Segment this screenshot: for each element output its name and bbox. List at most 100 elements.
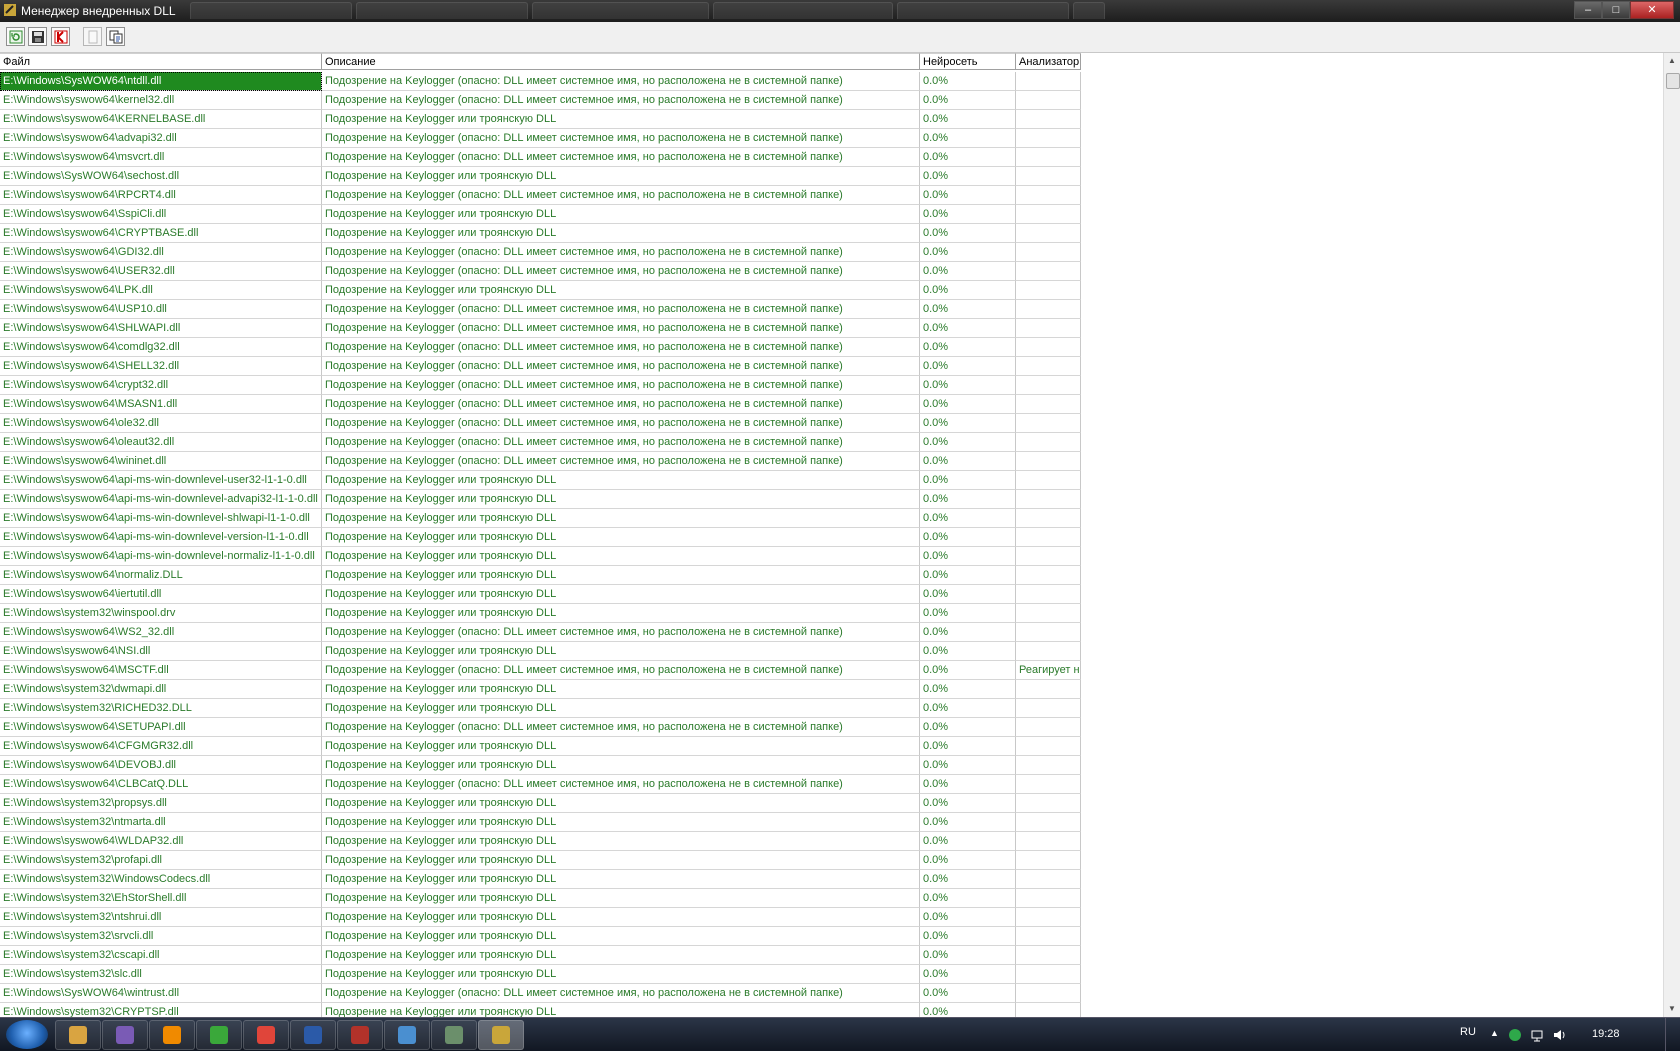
taskbar-app-red-app[interactable] <box>337 1020 383 1050</box>
taskbar-app-green-app[interactable] <box>196 1020 242 1050</box>
table-row[interactable]: E:\Windows\syswow64\wininet.dll Подозрени… <box>0 452 1081 471</box>
table-row[interactable]: E:\Windows\SysWOW64\sechost.dll Подозрени… <box>0 167 1081 186</box>
table-row[interactable]: E:\Windows\syswow64\WLDAP32.dll Подозрени… <box>0 832 1081 851</box>
table-row[interactable]: E:\Windows\syswow64\oleaut32.dll Подозрен… <box>0 433 1081 452</box>
table-row[interactable]: E:\Windows\system32\EhStorShell.dll Подоз… <box>0 889 1081 908</box>
taskbar-app-word[interactable] <box>290 1020 336 1050</box>
word-icon <box>304 1026 322 1044</box>
column-header-file[interactable]: Файл <box>0 53 322 70</box>
taskbar-app-avz[interactable] <box>478 1020 524 1050</box>
network-icon[interactable] <box>1530 1028 1544 1042</box>
tray-expand-icon[interactable]: ▲ <box>1490 1028 1499 1038</box>
volume-icon[interactable] <box>1552 1028 1566 1042</box>
save-button[interactable] <box>28 27 47 46</box>
table-row[interactable]: E:\Windows\syswow64\RPCRT4.dll Подозрение… <box>0 186 1081 205</box>
table-row[interactable]: E:\Windows\syswow64\comdlg32.dll Подозрен… <box>0 338 1081 357</box>
taskbar-app-chrome[interactable] <box>243 1020 289 1050</box>
table-row[interactable]: E:\Windows\syswow64\DEVOBJ.dll Подозрение… <box>0 756 1081 775</box>
table-row[interactable]: E:\Windows\syswow64\LPK.dll Подозрение на… <box>0 281 1081 300</box>
table-row[interactable]: E:\Windows\system32\srvcli.dll Подозрение… <box>0 927 1081 946</box>
column-header-neural-net[interactable]: Нейросеть <box>920 53 1016 70</box>
kaspersky-button[interactable] <box>51 27 70 46</box>
table-row[interactable]: E:\Windows\system32\slc.dll Подозрение на… <box>0 965 1081 984</box>
table-row[interactable]: E:\Windows\syswow64\api-ms-win-downlevel… <box>0 547 1081 566</box>
neural-net-cell: 0.0% <box>920 718 1016 737</box>
analyzer-cell <box>1016 186 1081 205</box>
language-indicator[interactable]: RU <box>1460 1026 1476 1038</box>
table-row[interactable]: E:\Windows\system32\ntmarta.dll Подозрени… <box>0 813 1081 832</box>
table-row[interactable]: E:\Windows\SysWOW64\wintrust.dll Подозрен… <box>0 984 1081 1003</box>
analyzer-cell <box>1016 148 1081 167</box>
table-row[interactable]: E:\Windows\syswow64\MSASN1.dll Подозрение… <box>0 395 1081 414</box>
table-row[interactable]: E:\Windows\syswow64\USP10.dll Подозрение … <box>0 300 1081 319</box>
table-row[interactable]: E:\Windows\syswow64\KERNELBASE.dll Подозр… <box>0 110 1081 129</box>
start-button[interactable] <box>6 1020 48 1049</box>
vertical-scrollbar[interactable]: ▲ ▼ <box>1663 53 1680 1017</box>
file-cell: E:\Windows\syswow64\CLBCatQ.DLL <box>0 775 322 794</box>
table-row[interactable]: E:\Windows\syswow64\SHELL32.dll Подозрени… <box>0 357 1081 376</box>
neural-net-cell: 0.0% <box>920 984 1016 1003</box>
table-row[interactable]: E:\Windows\syswow64\normaliz.DLL Подозрен… <box>0 566 1081 585</box>
table-row[interactable]: E:\Windows\syswow64\SETUPAPI.dll Подозрен… <box>0 718 1081 737</box>
taskbar-app-monitor-app[interactable] <box>431 1020 477 1050</box>
copy-button[interactable] <box>106 27 125 46</box>
taskbar-app-avast[interactable] <box>149 1020 195 1050</box>
column-header-analyzer[interactable]: Анализатор <box>1016 53 1081 70</box>
network-status-icon[interactable] <box>1508 1028 1522 1042</box>
table-row[interactable]: E:\Windows\syswow64\SHLWAPI.dll Подозрени… <box>0 319 1081 338</box>
description-cell: Подозрение на Keylogger (опасно: DLL име… <box>322 984 920 1003</box>
close-button[interactable]: ✕ <box>1630 1 1674 19</box>
column-header-description[interactable]: Описание <box>322 53 920 70</box>
description-cell: Подозрение на Keylogger или троянскую DL… <box>322 794 920 813</box>
description-cell: Подозрение на Keylogger или троянскую DL… <box>322 965 920 984</box>
table-row[interactable]: E:\Windows\system32\WindowsCodecs.dll Под… <box>0 870 1081 889</box>
taskbar-app-visual-studio[interactable] <box>102 1020 148 1050</box>
clock[interactable]: 19:28 <box>1592 1028 1620 1040</box>
taskbar-app-explorer[interactable] <box>55 1020 101 1050</box>
table-row[interactable]: E:\Windows\syswow64\GDI32.dll Подозрение … <box>0 243 1081 262</box>
monitor-app-icon <box>445 1026 463 1044</box>
scroll-thumb[interactable] <box>1666 73 1680 89</box>
analyzer-cell <box>1016 300 1081 319</box>
scroll-up-icon[interactable]: ▲ <box>1664 53 1680 69</box>
table-row[interactable]: E:\Windows\syswow64\msvcrt.dll Подозрение… <box>0 148 1081 167</box>
table-row[interactable]: E:\Windows\system32\dwmapi.dll Подозрение… <box>0 680 1081 699</box>
table-row[interactable]: E:\Windows\syswow64\iertutil.dll Подозрен… <box>0 585 1081 604</box>
app-icon <box>4 4 16 16</box>
table-row[interactable]: E:\Windows\system32\profapi.dll Подозрени… <box>0 851 1081 870</box>
table-row[interactable]: E:\Windows\syswow64\api-ms-win-downlevel… <box>0 528 1081 547</box>
table-row[interactable]: E:\Windows\system32\RICHED32.DLL Подозрен… <box>0 699 1081 718</box>
scroll-down-icon[interactable]: ▼ <box>1664 1001 1680 1017</box>
table-row[interactable]: E:\Windows\syswow64\kernel32.dll Подозрен… <box>0 91 1081 110</box>
taskbar-app-network-app[interactable] <box>384 1020 430 1050</box>
table-row[interactable]: E:\Windows\syswow64\CRYPTBASE.dll Подозре… <box>0 224 1081 243</box>
description-cell: Подозрение на Keylogger или троянскую DL… <box>322 870 920 889</box>
table-row[interactable]: E:\Windows\syswow64\api-ms-win-downlevel… <box>0 490 1081 509</box>
disabled-button[interactable] <box>83 27 102 46</box>
maximize-button[interactable]: □ <box>1602 1 1630 19</box>
table-row[interactable]: E:\Windows\SysWOW64\ntdll.dll Подозрение … <box>0 72 1081 91</box>
analyzer-cell <box>1016 623 1081 642</box>
minimize-button[interactable]: – <box>1574 1 1602 19</box>
table-row[interactable]: E:\Windows\syswow64\crypt32.dll Подозрени… <box>0 376 1081 395</box>
table-row[interactable]: E:\Windows\system32\propsys.dll Подозрени… <box>0 794 1081 813</box>
table-row[interactable]: E:\Windows\system32\ntshrui.dll Подозрени… <box>0 908 1081 927</box>
neural-net-cell: 0.0% <box>920 908 1016 927</box>
table-row[interactable]: E:\Windows\syswow64\USER32.dll Подозрение… <box>0 262 1081 281</box>
refresh-button[interactable] <box>6 27 25 46</box>
table-row[interactable]: E:\Windows\system32\cscapi.dll Подозрение… <box>0 946 1081 965</box>
table-row[interactable]: E:\Windows\syswow64\MSCTF.dll Подозрение … <box>0 661 1081 680</box>
table-row[interactable]: E:\Windows\system32\CRYPTSP.dll Подозрени… <box>0 1003 1081 1017</box>
table-row[interactable]: E:\Windows\syswow64\SspiCli.dll Подозрени… <box>0 205 1081 224</box>
table-row[interactable]: E:\Windows\syswow64\ole32.dll Подозрение … <box>0 414 1081 433</box>
table-row[interactable]: E:\Windows\syswow64\WS2_32.dll Подозрение… <box>0 623 1081 642</box>
table-row[interactable]: E:\Windows\syswow64\advapi32.dll Подозрен… <box>0 129 1081 148</box>
show-desktop-button[interactable] <box>1665 1018 1680 1051</box>
table-row[interactable]: E:\Windows\syswow64\CLBCatQ.DLL Подозрени… <box>0 775 1081 794</box>
table-row[interactable]: E:\Windows\syswow64\NSI.dll Подозрение на… <box>0 642 1081 661</box>
table-row[interactable]: E:\Windows\syswow64\api-ms-win-downlevel… <box>0 471 1081 490</box>
table-row[interactable]: E:\Windows\system32\winspool.drv Подозрен… <box>0 604 1081 623</box>
table-row[interactable]: E:\Windows\syswow64\CFGMGR32.dll Подозрен… <box>0 737 1081 756</box>
table-row[interactable]: E:\Windows\syswow64\api-ms-win-downlevel… <box>0 509 1081 528</box>
file-cell: E:\Windows\syswow64\api-ms-win-downlevel… <box>0 471 322 490</box>
